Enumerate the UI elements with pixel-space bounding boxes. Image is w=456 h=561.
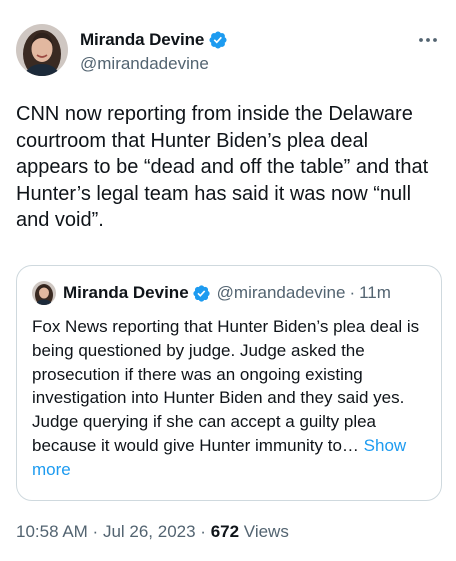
views-count: 672 [210, 522, 240, 541]
author-handle[interactable]: @mirandadevine [80, 54, 209, 74]
quoted-timestamp: 11m [359, 283, 391, 302]
more-horizontal-icon [419, 38, 437, 42]
quoted-author-handle: @mirandadevine [216, 283, 346, 302]
views-label: Views [239, 522, 289, 541]
author-avatar[interactable] [16, 24, 68, 76]
meta-separator: · [87, 522, 103, 541]
quoted-tweet[interactable]: Miranda Devine @mirandadevine · 11m Fox … [16, 265, 442, 501]
quoted-tweet-header: Miranda Devine @mirandadevine · 11m [63, 281, 391, 305]
quoted-separator: · [349, 283, 356, 302]
meta-separator: · [195, 522, 211, 541]
author-display-name[interactable]: Miranda Devine [80, 30, 204, 50]
tweet-meta: 10:58 AM · Jul 26, 2023 · 672 Views [16, 522, 289, 542]
quoted-tweet-body: Fox News reporting that Hunter Biden’s p… [32, 317, 420, 455]
tweet-time[interactable]: 10:58 AM [16, 522, 88, 541]
quoted-author-avatar [32, 281, 56, 305]
tweet-text: CNN now reporting from inside the Delawa… [16, 103, 434, 231]
verified-badge-icon [193, 284, 210, 302]
author-name-row: Miranda Devine [80, 29, 228, 51]
quoted-tweet-text: Fox News reporting that Hunter Biden’s p… [32, 315, 432, 482]
more-options-button[interactable] [414, 30, 442, 50]
tweet-date[interactable]: Jul 26, 2023 [103, 522, 196, 541]
verified-badge-icon [209, 31, 227, 49]
tweet-card: Miranda Devine @mirandadevine CNN now re… [0, 0, 456, 561]
quoted-author-name: Miranda Devine [63, 283, 189, 302]
